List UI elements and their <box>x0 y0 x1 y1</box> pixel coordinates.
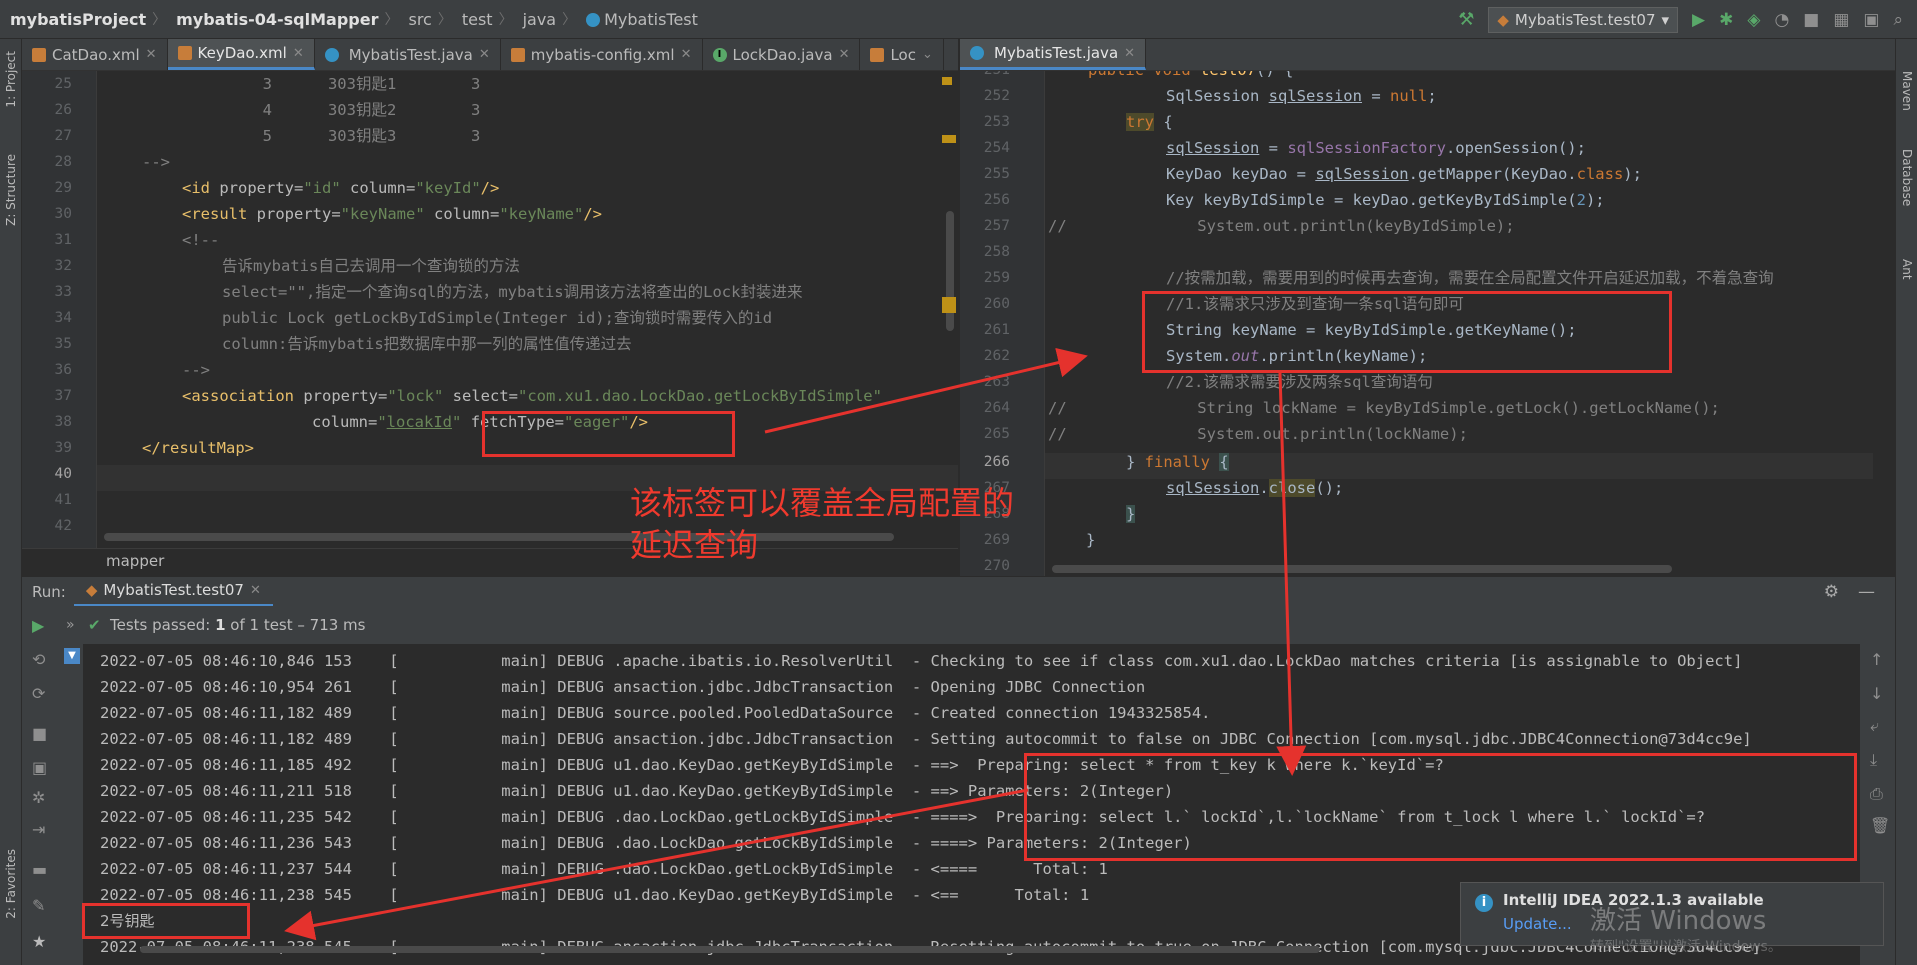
annotation-line-1: 该标签可以覆盖全局配置的 <box>630 484 1015 522</box>
annotation-text: 该标签可以覆盖全局配置的 延迟查询 <box>630 482 1014 566</box>
arrow-to-log <box>1276 372 1307 776</box>
activation-watermark-sub: 转到"设置"以激活 Windows。 <box>1590 939 1782 955</box>
annotation-line-2: 延迟查询 <box>630 526 759 564</box>
arrow-to-output <box>284 788 1029 941</box>
info-icon: i <box>1475 894 1493 912</box>
arrow-to-code <box>764 347 1088 434</box>
update-link[interactable]: Update... <box>1503 915 1572 933</box>
ide-window: mybatisProject 〉 mybatis-04-sqlMapper 〉 sr… <box>0 0 1917 965</box>
activation-watermark: 激活 Windows <box>1590 906 1767 936</box>
